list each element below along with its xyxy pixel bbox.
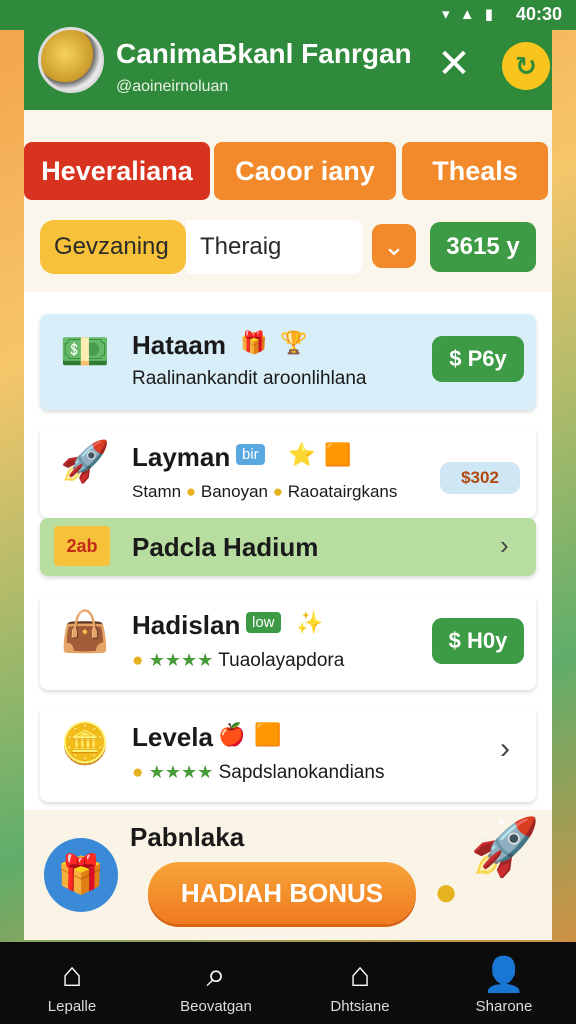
sparkle-icon: ✨ [296,610,324,635]
nav-label: Lepalle [47,998,97,1015]
user-icon: 👤 [482,956,526,994]
item-subtitle-a: Stamn [132,482,182,501]
trophy-icon: 🏆 [280,330,308,355]
item-subtitle-text: Tuaolayapdora [218,650,345,671]
star-icon: ⭐ [288,442,316,467]
main-panel: Heveraliana Caoor iany Theals Gevzaning … [24,110,552,940]
list-item[interactable]: 👜 Hadislan low ✨ ● ★★★★ Tuaolayapdora $ … [40,594,536,690]
price-button[interactable]: $ P6y [432,336,524,382]
chevron-right-icon[interactable]: › [500,732,510,766]
status-bar: ▾ ▲ ▮ 40:30 [0,0,576,30]
chevron-down-icon[interactable]: ⌄ [372,224,416,268]
item-tag: bir [236,444,265,465]
item-subtitle-text: Sapdslanokandians [218,762,385,783]
status-time: 40:30 [515,4,562,24]
coin-icon: ● [132,650,144,671]
price-chip[interactable]: $302 [440,462,520,494]
balance-badge[interactable]: 3615 y [430,222,536,272]
app-subtitle: @aoineirnoluan [116,78,229,95]
card-icon: 🟧 [324,442,352,467]
card-icon: 🟧 [254,722,282,747]
gift-icon: 🎁 [240,330,268,355]
item-title: Hadislan [132,610,241,640]
treasure-icon: 🎁 [44,838,118,912]
nav-item-house[interactable]: ⌂ Dhtsiane [288,942,432,1024]
chevron-right-icon[interactable]: › [500,530,509,561]
item-title: Hataam [132,330,226,360]
nav-label: Beovatgan [180,998,252,1015]
money-icon: 💵 [60,330,110,374]
item-subtitle: Stamn ● Banoyan ● Raoatairgkans [132,482,397,502]
tab-theals[interactable]: Theals [402,142,548,200]
apple-icon: 🍎 [218,722,246,747]
bag-icon: 👜 [60,610,110,654]
filter-input[interactable]: Theraig [186,220,362,274]
list-item[interactable]: 🚀 Layman bir ⭐ 🟧 Stamn ● Banoyan ● Raoat… [40,426,536,518]
coin-icon: ● [132,762,144,783]
status-icons: ▾ ▲ ▮ [442,6,496,23]
nav-item-home[interactable]: ⌂ Lepalle [0,942,144,1024]
app-logo-icon [38,27,104,93]
promo-title: Pabnlaka [130,822,245,852]
coin-icon: ● [185,482,197,501]
close-icon[interactable]: ✕ [432,42,476,86]
coin-icon: 🪙 [60,722,110,766]
item-title: Levela [132,722,213,752]
app-title: CanimaBkanl Fanrgan [116,38,412,69]
ticket-icon: 2ab [54,526,110,566]
coin-icon: ● [272,482,284,501]
item-subtitle: ● ★★★★ Tuaolayapdora [132,650,344,672]
item-subtitle-c: Raoatairgkans [287,482,398,501]
nav-label: Sharone [475,998,533,1015]
item-subtitle-b: Banoyan [200,482,269,501]
list-item-highlight[interactable]: 2ab Padcla Hadium › [40,518,536,576]
nav-label: Dhtsiane [330,998,390,1015]
sync-icon[interactable]: ↻ [502,42,550,90]
price-button[interactable]: $ H0y [432,618,524,664]
search-icon: ⌕ [206,956,226,994]
promo-banner: 🎁 Pabnlaka HADIAH BONUS 🚀 ● [24,810,552,940]
rocket-icon: 🚀 [470,815,540,878]
list-item[interactable]: 💵 Hataam 🎁 🏆 Raalinankandit aroonlihlana… [40,314,536,410]
rating-stars-icon: ★★★★ [148,650,214,670]
nav-item-search[interactable]: ⌕ Beovatgan [144,942,288,1024]
app-header: CanimaBkanl Fanrgan @aoineirnoluan ✕ ↻ [24,27,552,110]
rating-stars-icon: ★★★★ [148,762,214,782]
nav-item-profile[interactable]: 👤 Sharone [432,942,576,1024]
item-title: Layman [132,442,231,472]
rocket-icon: 🚀 [60,440,110,484]
tab-caoor-iany[interactable]: Caoor iany [214,142,396,200]
filter-chip[interactable]: Gevzaning [40,220,186,274]
bottom-nav: ⌂ Lepalle ⌕ Beovatgan ⌂ Dhtsiane 👤 Sharo… [0,942,576,1024]
home-icon: ⌂ [61,956,83,994]
tab-heveraliana[interactable]: Heveraliana [24,142,210,200]
item-title: Padcla Hadium [132,532,319,562]
house-icon: ⌂ [349,956,371,994]
list-item[interactable]: 🪙 Levela 🍎 🟧 ● ★★★★ Sapdslanokandians › [40,706,536,802]
item-subtitle: Raalinankandit aroonlihlana [132,368,367,389]
coins-icon: ● [434,870,459,914]
bonus-button[interactable]: HADIAH BONUS [148,862,416,924]
item-subtitle: ● ★★★★ Sapdslanokandians [132,762,384,784]
item-tag: low [246,612,281,633]
